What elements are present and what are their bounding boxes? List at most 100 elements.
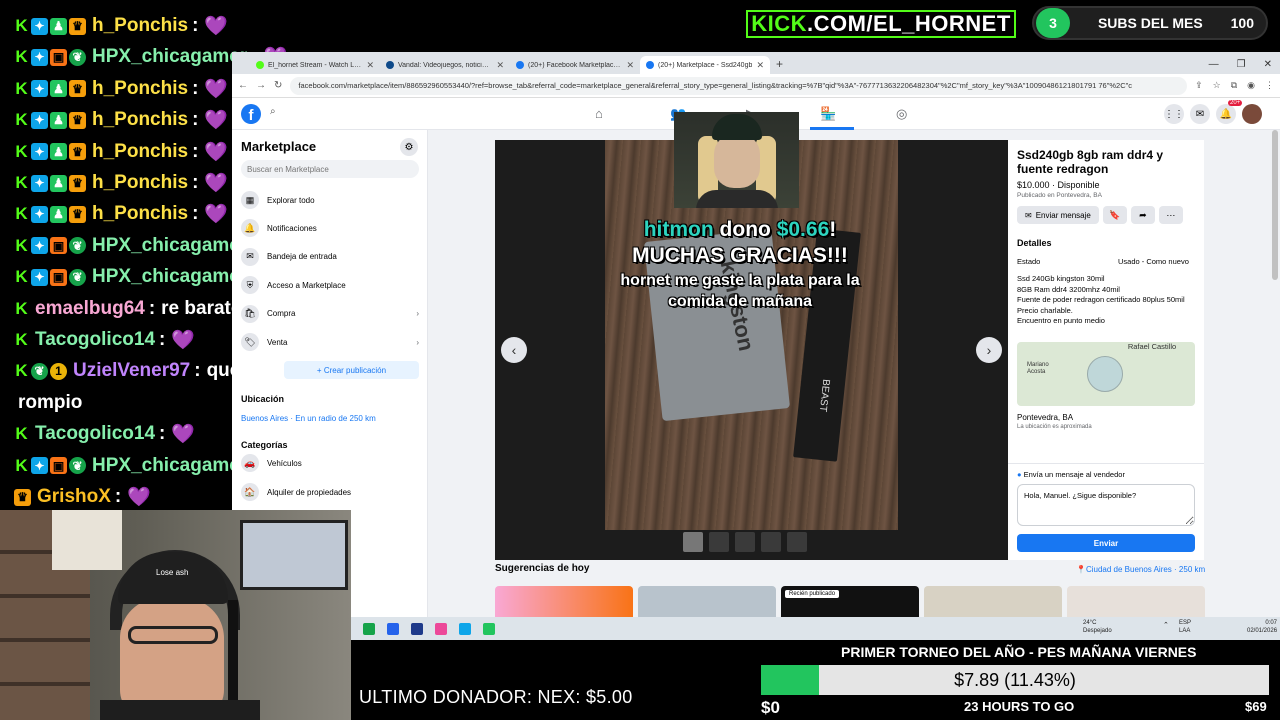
chat-username[interactable]: HPX_chicagamer	[92, 46, 247, 68]
thumbnail[interactable]	[683, 532, 703, 552]
message-input[interactable]: Hola, Manuel. ¿Sigue disponible?	[1017, 484, 1195, 526]
subscriber-badge-icon: ♟	[50, 174, 67, 192]
create-listing-button[interactable]: + Crear publicación	[284, 361, 419, 379]
clock-date: 02/01/2026	[1247, 628, 1278, 634]
messenger-icon[interactable]: ✉	[1190, 104, 1210, 124]
back-icon[interactable]: ←	[238, 80, 248, 91]
profile-icon[interactable]: ◉	[1247, 80, 1255, 91]
new-tab-button[interactable]: +	[776, 57, 783, 71]
marketplace-icon[interactable]: 🏪	[820, 106, 836, 122]
send-button[interactable]: Enviar	[1017, 534, 1195, 552]
send-message-button[interactable]: ✉ Enviar mensaje	[1017, 206, 1099, 224]
forward-icon[interactable]: →	[256, 80, 266, 91]
category-item[interactable]: 🏠 Alquiler de propiedades	[241, 481, 419, 503]
groups-icon[interactable]: ◎	[896, 106, 907, 122]
next-photo-button[interactable]: ›	[976, 337, 1002, 363]
extensions-icon[interactable]: ⧉	[1231, 80, 1237, 91]
tab-fb-marketplace[interactable]: (20+) Facebook Marketplace | Fa ✕	[510, 56, 640, 74]
chat-username[interactable]: UzielVener97	[73, 360, 190, 382]
close-icon[interactable]: ✕	[756, 60, 764, 71]
tab-kick[interactable]: El_hornet Stream - Watch Live ✕	[250, 56, 380, 74]
minimize-icon[interactable]: —	[1209, 59, 1219, 70]
suggestion-card[interactable]	[1067, 586, 1205, 617]
search-icon[interactable]: ⌕	[270, 106, 276, 117]
weather-widget[interactable]: 24°C Despejado	[1083, 619, 1112, 635]
sidebar-item-bandeja-de-entrada[interactable]: ✉ Bandeja de entrada	[241, 246, 419, 268]
message-seller-heading: ● Envía un mensaje al vendedor	[1017, 470, 1125, 479]
gear-icon[interactable]: ⚙	[400, 138, 418, 156]
donation-amount: $0.66	[776, 218, 830, 241]
taskbar-app-icon[interactable]	[387, 622, 399, 635]
thumbnail[interactable]	[787, 532, 807, 552]
url-field[interactable]: facebook.com/marketplace/item/8865929605…	[290, 76, 1188, 95]
tab-vandal[interactable]: Vandal: Videojuegos, noticias, guías ✕	[380, 56, 510, 74]
chat-username[interactable]: h_Ponchis	[92, 15, 188, 37]
suggestion-card[interactable]	[924, 586, 1062, 617]
sidebar-item-acceso-a-marketplace[interactable]: ⛨ Acceso a Marketplace	[241, 274, 419, 296]
language-indicator[interactable]: ESP LAA	[1179, 619, 1191, 635]
apps-menu-icon[interactable]: ⋮⋮	[1164, 104, 1184, 124]
chat-message: K ✦ ♟ ♛ h_Ponchis: 💜	[14, 139, 228, 165]
suggestion-card[interactable]	[495, 586, 633, 617]
thumbnail[interactable]	[735, 532, 755, 552]
chat-username[interactable]: h_Ponchis	[92, 109, 188, 131]
sidebar-item-explorar-todo[interactable]: ▦ Explorar todo	[241, 189, 419, 211]
taskbar-app-icon[interactable]	[459, 622, 471, 635]
save-bookmark-icon[interactable]: 🔖	[1102, 206, 1127, 224]
search-input[interactable]	[241, 160, 419, 178]
share-icon[interactable]: ⇪	[1195, 80, 1203, 91]
notifications-icon[interactable]: 🔔	[1216, 104, 1236, 124]
thumbnail[interactable]	[761, 532, 781, 552]
location-filter-link[interactable]: Buenos Aires · En un radio de 250 km	[241, 414, 376, 423]
taskbar-app-icon[interactable]	[435, 622, 447, 635]
chat-separator: :	[192, 15, 199, 36]
menu-icon[interactable]: ⋮	[1265, 80, 1274, 91]
tray-chevron-icon[interactable]: ⌃	[1163, 621, 1169, 629]
maximize-icon[interactable]: ❐	[1237, 59, 1246, 70]
page-scrollbar[interactable]	[1272, 130, 1278, 280]
chat-username[interactable]: h_Ponchis	[92, 141, 188, 163]
taskbar-app-icon[interactable]	[363, 622, 375, 635]
reload-icon[interactable]: ↻	[274, 80, 282, 91]
thumbnail[interactable]	[709, 532, 729, 552]
chat-username[interactable]: GrishoX	[37, 486, 111, 508]
chat-emote-icon: 💜	[171, 424, 196, 446]
state-value: Usado - Como nuevo	[1118, 257, 1189, 266]
facebook-logo-icon[interactable]: f	[241, 104, 261, 124]
chat-username[interactable]: HPX_chicagamer	[92, 266, 247, 288]
suggestion-card[interactable]: Recién publicado	[781, 586, 919, 617]
system-clock[interactable]: 0:07 02/01/2026	[1247, 619, 1277, 635]
chat-username[interactable]: Tacogolico14	[35, 423, 155, 445]
chat-username[interactable]: Tacogolico14	[35, 329, 155, 351]
taskbar-app-icon[interactable]	[483, 622, 495, 635]
chat-username[interactable]: h_Ponchis	[92, 78, 188, 100]
star-icon[interactable]: ☆	[1213, 80, 1221, 91]
tab-title: El_hornet Stream - Watch Live	[268, 61, 363, 69]
close-window-icon[interactable]: ✕	[1264, 59, 1272, 70]
suggestion-card[interactable]	[638, 586, 776, 617]
share-icon[interactable]: ➦	[1130, 206, 1155, 224]
chat-username[interactable]: emaelbug64	[35, 298, 145, 320]
close-icon[interactable]: ✕	[626, 60, 634, 71]
prev-photo-button[interactable]: ‹	[501, 337, 527, 363]
location-map[interactable]: Rafael Castillo Mariano Acosta	[1017, 342, 1195, 406]
category-item[interactable]: 🚗 Vehículos	[241, 452, 419, 474]
more-options-icon[interactable]: ⋯	[1158, 206, 1183, 224]
listing-location: Pontevedra, BA	[1017, 413, 1074, 422]
home-icon[interactable]: ⌂	[595, 106, 603, 121]
suggestions-location-link[interactable]: 📍Ciudad de Buenos Aires · 250 km	[1076, 565, 1205, 574]
close-icon[interactable]: ✕	[366, 60, 374, 71]
listing-content: kingston BEAST ‹ › Ssd240gb 8gb ram ddr4…	[428, 130, 1280, 617]
close-icon[interactable]: ✕	[496, 60, 504, 71]
chat-username[interactable]: HPX_chicagamer	[92, 455, 247, 477]
avatar[interactable]	[1242, 104, 1262, 124]
chat-username[interactable]: h_Ponchis	[92, 203, 188, 225]
steam-icon[interactable]	[411, 622, 423, 635]
chat-username[interactable]: h_Ponchis	[92, 172, 188, 194]
sidebar-item-notificaciones[interactable]: 🔔 Notificaciones	[241, 217, 419, 239]
tab-fb-item[interactable]: (20+) Marketplace - Ssd240gb ✕	[640, 56, 770, 74]
sidebar-item-compra[interactable]: 🛍 Compra ›	[241, 303, 419, 325]
cap-shape	[712, 114, 762, 140]
chat-username[interactable]: HPX_chicagamer	[92, 235, 247, 257]
sidebar-item-venta[interactable]: 🏷 Venta ›	[241, 331, 419, 353]
